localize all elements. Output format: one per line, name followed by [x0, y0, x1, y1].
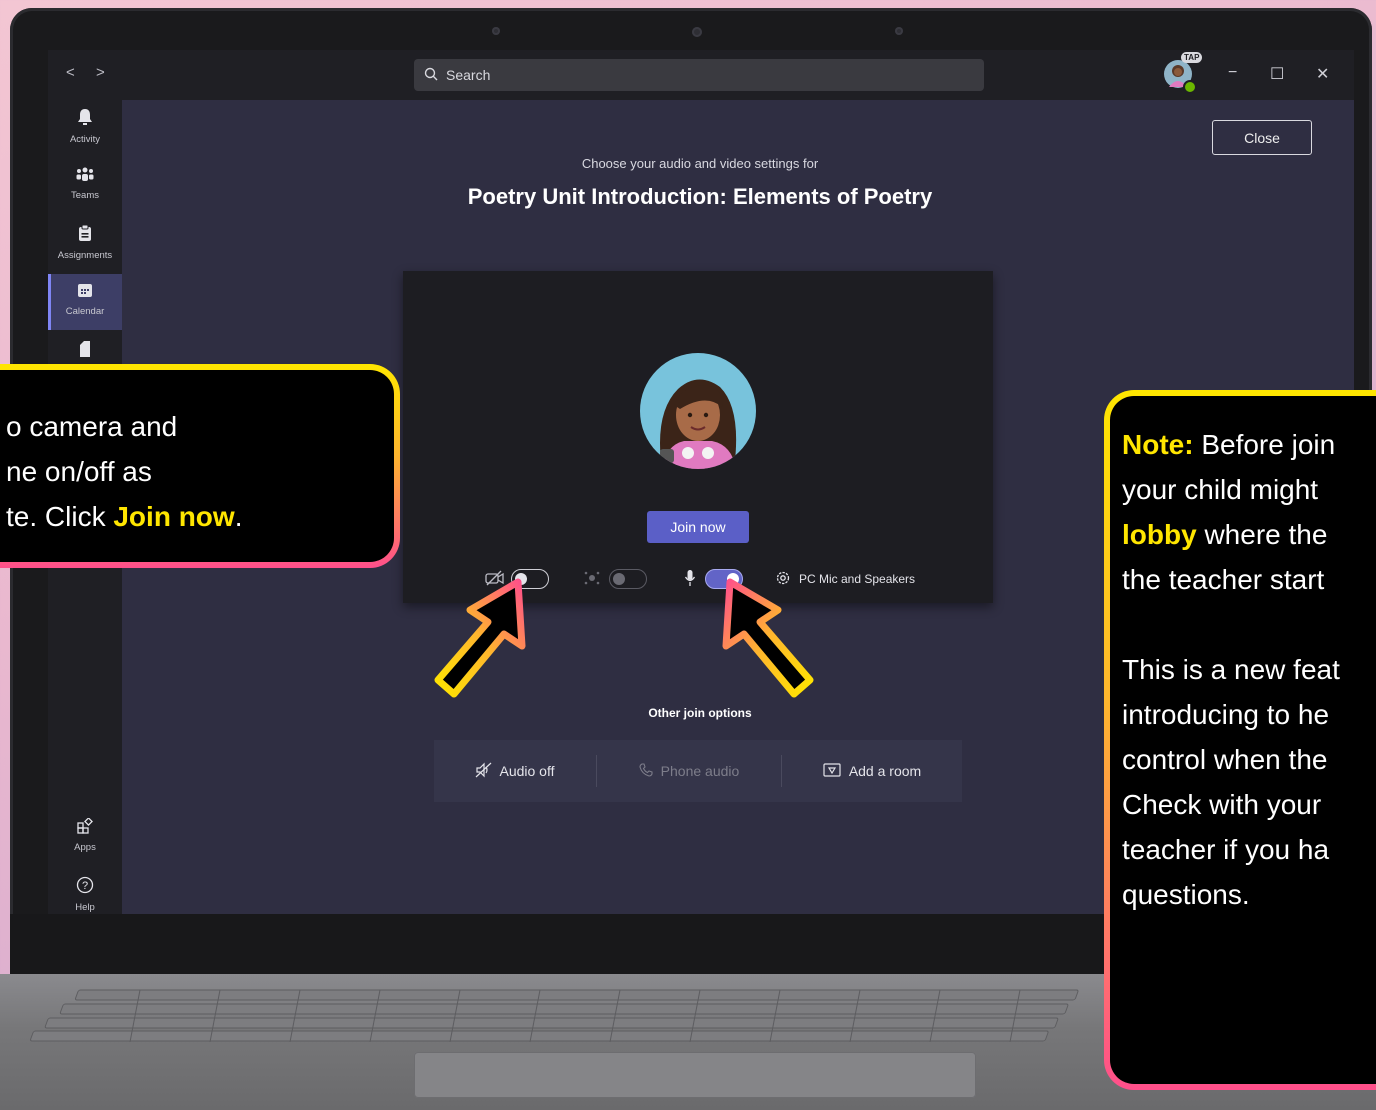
callout-line: te. Click Join now.: [6, 501, 243, 532]
note-line: your child might: [1122, 474, 1319, 505]
microphone-icon: [684, 569, 696, 591]
rail-item-help[interactable]: ? Help: [48, 868, 122, 914]
add-a-room-option[interactable]: Add a room: [782, 740, 962, 802]
keyboard: [30, 989, 1079, 1042]
audio-off-label: Audio off: [499, 763, 555, 779]
callout-line: o camera and: [6, 411, 178, 442]
meeting-title: Poetry Unit Introduction: Elements of Po…: [467, 184, 933, 209]
arrow-to-mic-toggle: [722, 578, 814, 698]
apps-icon: [48, 817, 122, 839]
rail-item-label: Calendar: [65, 306, 105, 317]
sensor-dot: [492, 27, 500, 35]
callout-line: ne on/off as: [6, 456, 152, 487]
room-display-icon: [823, 762, 841, 780]
sensor-dot: [895, 27, 903, 35]
file-icon: [48, 340, 122, 363]
arrow-to-camera-toggle: [434, 578, 526, 698]
video-preview: Join now PC Mic and Speakers: [403, 271, 993, 603]
search-input[interactable]: Search: [414, 59, 984, 91]
phone-audio-option[interactable]: Phone audio: [597, 740, 781, 802]
bell-icon: [48, 108, 122, 131]
background-blur-icon: [583, 570, 601, 590]
webcam-lens: [692, 27, 702, 37]
lobby-highlight: lobby: [1122, 519, 1197, 550]
user-avatar: [640, 353, 756, 469]
phone-icon: [639, 762, 653, 780]
search-placeholder: Search: [446, 67, 491, 83]
note-line: questions.: [1122, 879, 1250, 910]
teams-icon: [48, 166, 122, 187]
join-options-bar: Audio off Phone audio Add a room: [434, 740, 962, 802]
rail-item-label: Help: [75, 902, 95, 913]
prejoin-subtitle: Choose your audio and video settings for: [581, 156, 819, 171]
rail-item-label: Activity: [69, 134, 101, 145]
speaker-off-icon: [475, 762, 493, 781]
org-badge: TAP: [1181, 52, 1203, 63]
close-meeting-button[interactable]: Close: [1212, 120, 1312, 155]
presence-available-icon: [1183, 80, 1197, 94]
note-line: teacher if you ha: [1122, 834, 1330, 865]
svg-text:?: ?: [82, 880, 88, 892]
background-effects-toggle[interactable]: [609, 569, 647, 589]
assignments-icon: [48, 224, 122, 247]
rail-item-label: Assignments: [57, 250, 113, 261]
audio-off-option[interactable]: Audio off: [434, 740, 596, 802]
help-icon: ?: [48, 876, 122, 899]
search-icon: [424, 67, 438, 84]
rail-item-calendar[interactable]: Calendar: [48, 274, 122, 330]
nav-back-button[interactable]: <: [66, 64, 75, 81]
nav-forward-button[interactable]: >: [96, 64, 105, 81]
rail-item-assignments[interactable]: Assignments: [48, 216, 122, 272]
rail-item-files[interactable]: [48, 332, 122, 362]
rail-item-label: Apps: [74, 842, 96, 853]
note-line: Check with your: [1122, 789, 1322, 820]
rail-item-apps[interactable]: Apps: [48, 810, 122, 866]
add-a-room-label: Add a room: [848, 763, 922, 779]
calendar-icon: [48, 282, 122, 303]
note-label: Note:: [1122, 429, 1194, 460]
rail-item-teams[interactable]: Teams: [48, 158, 122, 214]
note-line: control when the: [1122, 744, 1328, 775]
title-bar: < > Search TAP − ☐ ✕: [48, 50, 1354, 100]
note-line: the teacher start: [1122, 564, 1325, 595]
minimize-button[interactable]: −: [1228, 64, 1237, 82]
rail-item-label: Teams: [71, 190, 99, 201]
note-line: introducing to he: [1122, 699, 1330, 730]
note-line: This is a new feat: [1122, 654, 1340, 685]
window-close-button[interactable]: ✕: [1316, 64, 1329, 84]
maximize-button[interactable]: ☐: [1270, 64, 1284, 84]
join-now-highlight: Join now: [113, 501, 235, 532]
note-callout: Note: Before join your child might lobby…: [1104, 390, 1376, 1090]
rail-item-activity[interactable]: Activity: [48, 100, 122, 156]
instruction-callout: o camera and ne on/off as te. Click Join…: [0, 364, 400, 568]
phone-audio-label: Phone audio: [660, 763, 740, 779]
touchpad: [414, 1052, 976, 1098]
join-now-button[interactable]: Join now: [647, 511, 749, 543]
